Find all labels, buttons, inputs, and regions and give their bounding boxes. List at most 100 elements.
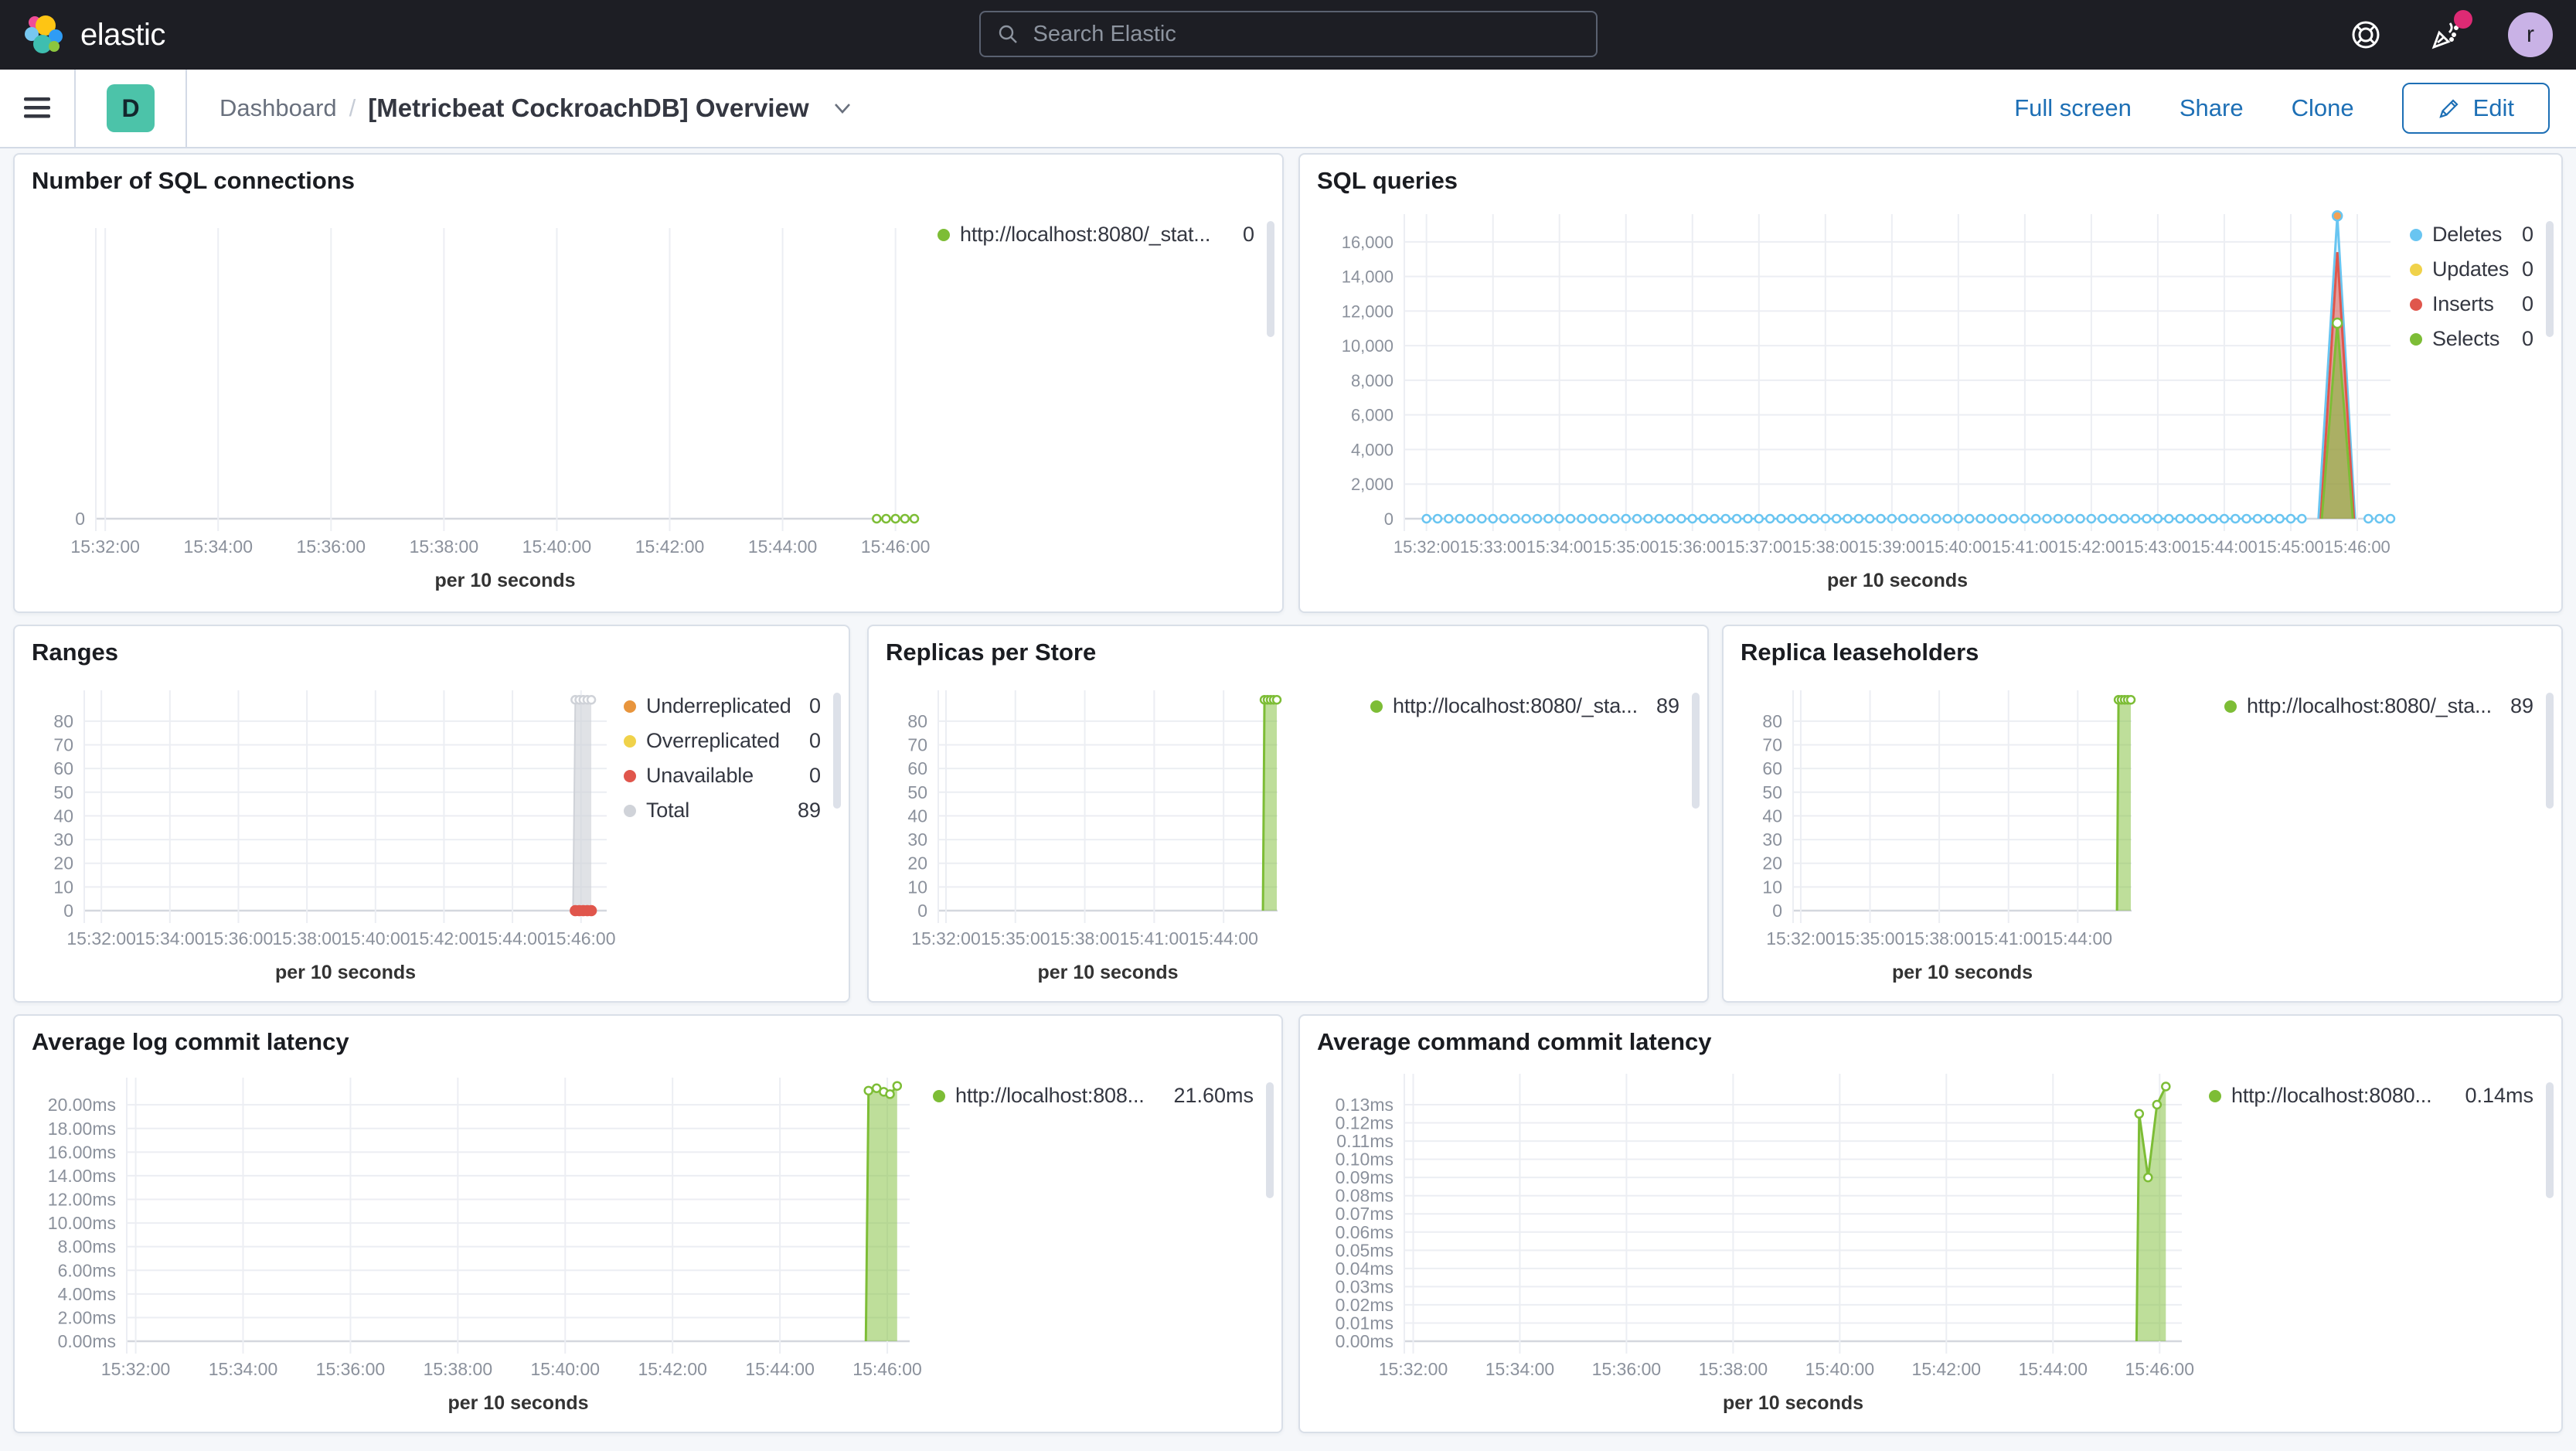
legend-item[interactable]: Underreplicated 0 <box>624 694 821 718</box>
svg-text:0.00ms: 0.00ms <box>58 1331 116 1351</box>
topbar-actions: r <box>2347 0 2553 70</box>
legend-item[interactable]: Deletes 0 <box>2410 223 2533 247</box>
legend-value: 21.60ms <box>1173 1084 1254 1107</box>
legend-item[interactable]: Inserts 0 <box>2410 292 2533 316</box>
panel-title: Ranges <box>32 639 118 666</box>
svg-text:12,000: 12,000 <box>1342 301 1393 321</box>
notification-dot <box>2454 10 2472 29</box>
legend-scrollbar[interactable] <box>2546 1082 2554 1198</box>
svg-text:15:38:00: 15:38:00 <box>1904 928 1974 949</box>
legend-item[interactable]: Selects 0 <box>2410 327 2533 351</box>
dashboard-header-bar: D Dashboard / [Metricbeat CockroachDB] O… <box>0 70 2576 148</box>
legend-value: 89 <box>2510 694 2533 717</box>
legend-dot <box>2209 1089 2221 1102</box>
svg-text:15:33:00: 15:33:00 <box>1460 537 1526 557</box>
space-badge[interactable]: D <box>107 84 155 132</box>
edit-button[interactable]: Edit <box>2401 83 2550 134</box>
svg-text:per 10 seconds: per 10 seconds <box>447 1392 588 1414</box>
svg-text:70: 70 <box>1762 734 1782 754</box>
svg-text:40: 40 <box>53 806 73 826</box>
svg-text:15:34:00: 15:34:00 <box>183 536 253 557</box>
legend-value: 89 <box>797 799 821 822</box>
legend-scrollbar[interactable] <box>2546 693 2554 809</box>
chart-svg: 0.00ms 2.00ms 4.00ms 6.00ms 8.00ms 10.00ms 12.… <box>48 1078 922 1414</box>
svg-text:15:40:00: 15:40:00 <box>531 1359 601 1379</box>
user-avatar[interactable]: r <box>2508 12 2553 57</box>
panel-avg-log-commit: Average log commit latency 0.00ms 2.00ms 4.… <box>13 1014 1283 1433</box>
svg-text:15:41:00: 15:41:00 <box>1120 928 1189 949</box>
svg-text:2.00ms: 2.00ms <box>58 1307 116 1327</box>
pencil-icon <box>2438 97 2461 120</box>
svg-text:15:34:00: 15:34:00 <box>135 928 205 949</box>
legend-label: Inserts <box>2432 292 2494 315</box>
legend-item[interactable]: Unavailable 0 <box>624 764 821 788</box>
legend-scrollbar[interactable] <box>2546 221 2554 337</box>
global-search[interactable] <box>978 11 1598 57</box>
svg-text:15:44:00: 15:44:00 <box>748 536 818 557</box>
svg-text:0.11ms: 0.11ms <box>1336 1131 1393 1151</box>
svg-text:15:36:00: 15:36:00 <box>1659 537 1726 557</box>
elastic-brand[interactable]: elastic <box>22 12 165 57</box>
help-button[interactable] <box>2347 16 2384 53</box>
legend-scrollbar[interactable] <box>1692 693 1700 809</box>
svg-text:15:46:00: 15:46:00 <box>546 928 616 949</box>
legend-item[interactable]: Total 89 <box>624 799 821 823</box>
svg-text:15:36:00: 15:36:00 <box>297 536 366 557</box>
svg-text:20: 20 <box>1762 853 1782 874</box>
svg-text:8.00ms: 8.00ms <box>58 1237 116 1257</box>
news-button[interactable] <box>2428 10 2472 53</box>
svg-text:50: 50 <box>53 782 73 802</box>
svg-text:15:44:00: 15:44:00 <box>1189 928 1258 949</box>
divider <box>185 70 187 147</box>
search-input[interactable] <box>1031 20 1581 48</box>
svg-text:15:34:00: 15:34:00 <box>209 1359 278 1379</box>
svg-text:0.12ms: 0.12ms <box>1336 1113 1393 1133</box>
svg-text:80: 80 <box>1762 711 1782 731</box>
svg-text:per 10 seconds: per 10 seconds <box>275 962 416 983</box>
svg-text:20.00ms: 20.00ms <box>48 1095 116 1115</box>
legend-label: http://localhost:8080... <box>2231 1084 2432 1107</box>
full-screen-link[interactable]: Full screen <box>2014 94 2132 122</box>
legend-item[interactable]: Updates 0 <box>2410 257 2533 281</box>
legend-dot <box>2410 228 2422 241</box>
chart-avg-cmd-commit: 0.00ms 0.01ms 0.02ms 0.03ms 0.04ms 0.05ms 0.06… <box>1308 1058 2209 1422</box>
breadcrumb-dashboard[interactable]: Dashboard <box>219 94 337 122</box>
svg-text:15:32:00: 15:32:00 <box>101 1359 171 1379</box>
svg-text:0.04ms: 0.04ms <box>1336 1259 1393 1279</box>
legend-item[interactable]: http://localhost:808... 21.60ms <box>933 1084 1254 1108</box>
legend-scrollbar[interactable] <box>1266 1082 1274 1198</box>
nav-left-group: D Dashboard / [Metricbeat CockroachDB] O… <box>0 70 852 147</box>
panel-title: Replica leaseholders <box>1741 639 1979 666</box>
chart-svg: 0.00ms0.01ms0.02ms0.03ms0.04ms0.05ms0.06… <box>1336 1074 2194 1414</box>
legend-item[interactable]: http://localhost:8080/_stat... 0 <box>938 223 1254 247</box>
chart-replicas-per-store: 0 10 20 30 40 50 60 70 80 15:32:00 15:35:00 15:38:0… <box>876 669 1370 992</box>
menu-button[interactable] <box>0 70 74 147</box>
legend-item[interactable]: http://localhost:8080/_sta... 89 <box>2224 694 2533 718</box>
svg-text:15:36:00: 15:36:00 <box>1592 1359 1662 1379</box>
svg-text:30: 30 <box>907 829 927 850</box>
svg-text:0.02ms: 0.02ms <box>1336 1295 1393 1315</box>
legend-scrollbar[interactable] <box>1267 221 1274 337</box>
svg-text:50: 50 <box>1762 782 1782 802</box>
chart-sql-queries: 0 2,000 4,000 6,000 8,000 10,000 12,000 14,000 1… <box>1308 197 2410 602</box>
legend-dot <box>624 769 636 782</box>
legend-item[interactable]: Overreplicated 0 <box>624 729 821 753</box>
svg-text:0.06ms: 0.06ms <box>1336 1222 1393 1242</box>
svg-text:15:32:00: 15:32:00 <box>1766 928 1836 949</box>
legend-item[interactable]: http://localhost:8080... 0.14ms <box>2209 1084 2533 1108</box>
legend-replicas-per-store: http://localhost:8080/_sta... 89 <box>1370 626 1703 1001</box>
panel-title: Replicas per Store <box>886 639 1097 666</box>
svg-text:16,000: 16,000 <box>1342 233 1393 252</box>
legend-scrollbar[interactable] <box>833 693 841 809</box>
clone-link[interactable]: Clone <box>2292 94 2354 122</box>
legend-label: Unavailable <box>646 764 754 787</box>
svg-text:0.03ms: 0.03ms <box>1336 1276 1393 1296</box>
svg-text:15:41:00: 15:41:00 <box>1974 928 2043 949</box>
svg-text:70: 70 <box>53 734 73 754</box>
share-link[interactable]: Share <box>2180 94 2244 122</box>
svg-text:15:37:00: 15:37:00 <box>1726 537 1792 557</box>
svg-text:15:40:00: 15:40:00 <box>341 928 410 949</box>
chevron-down-icon[interactable] <box>832 100 852 116</box>
svg-text:15:32:00: 15:32:00 <box>70 536 140 557</box>
legend-item[interactable]: http://localhost:8080/_sta... 89 <box>1370 694 1679 718</box>
